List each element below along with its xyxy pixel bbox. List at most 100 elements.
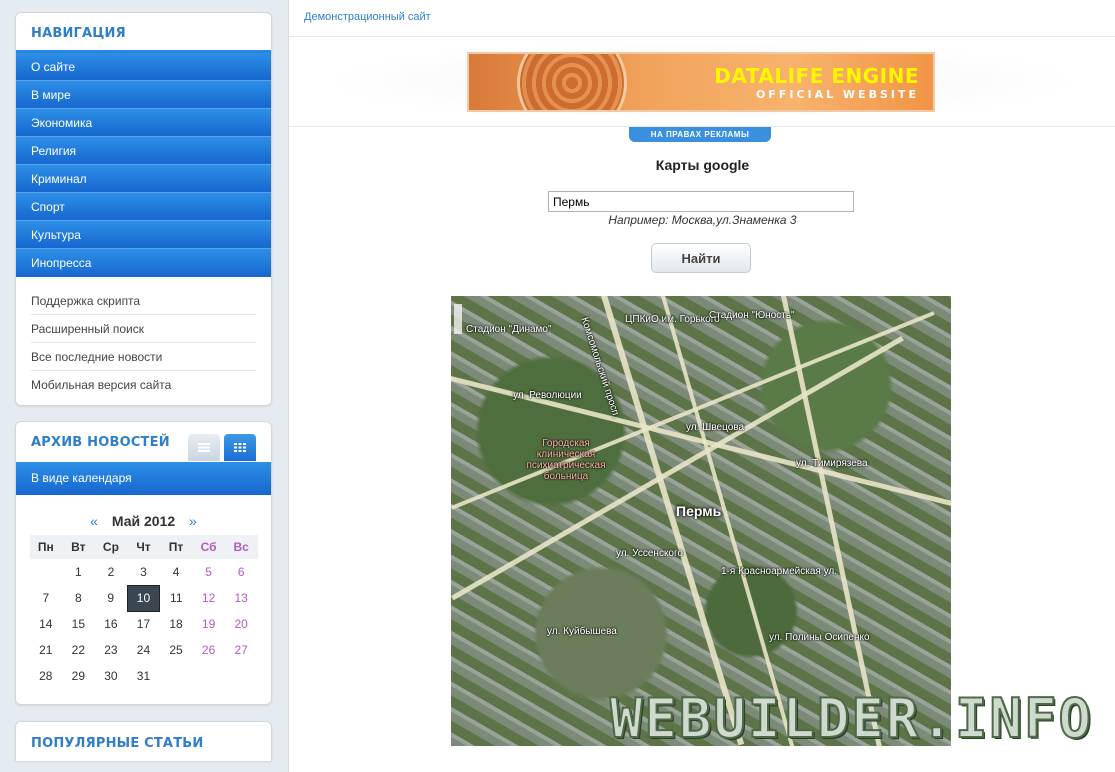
weekday-header: Пн — [29, 535, 63, 559]
weekday-header: Чт — [127, 535, 160, 559]
calendar-day[interactable]: 22 — [62, 637, 95, 663]
globe-icon — [517, 54, 627, 110]
calendar-day[interactable]: 17 — [127, 611, 160, 637]
google-map[interactable]: Стадион "Динамо" ЦПКиО им. Горького Стад… — [451, 296, 951, 746]
main-content: Демонстрационный сайт DATALIFE ENGINE OF… — [288, 0, 1115, 772]
calendar-day[interactable]: 11 — [160, 585, 193, 611]
calendar-prev-month[interactable]: « — [90, 513, 98, 529]
archive-box: Архив новостей В виде календаря « Май 2 — [15, 421, 272, 705]
calendar-empty-cell — [30, 559, 63, 585]
calendar-next-month[interactable]: » — [189, 513, 197, 529]
nav-item-culture[interactable]: Культура — [16, 221, 271, 249]
calendar-day[interactable]: 24 — [127, 637, 160, 663]
ad-banner[interactable]: DATALIFE ENGINE OFFICIAL WEBSITE — [467, 52, 935, 112]
calendar-mode-label: В виде календаря — [16, 462, 271, 495]
map-zoom-control[interactable] — [454, 304, 462, 334]
nav-item-economy[interactable]: Экономика — [16, 109, 271, 137]
calendar-day[interactable]: 25 — [160, 637, 193, 663]
calendar-empty-cell — [160, 663, 193, 689]
calendar-view-tab[interactable] — [224, 434, 256, 461]
nav-link-advanced-search[interactable]: Расширенный поиск — [31, 315, 256, 343]
calendar-day[interactable]: 20 — [225, 611, 258, 637]
grid-icon — [234, 443, 246, 452]
calendar-day[interactable]: 19 — [192, 611, 225, 637]
calendar-day[interactable]: 6 — [225, 559, 258, 585]
calendar-day[interactable]: 15 — [62, 611, 95, 637]
secondary-nav: Поддержка скрипта Расширенный поиск Все … — [16, 277, 271, 405]
calendar-day[interactable]: 14 — [30, 611, 63, 637]
find-button[interactable]: Найти — [651, 243, 751, 273]
map-label: ул. Куйбышева — [547, 626, 617, 637]
nav-link-latest-news[interactable]: Все последние новости — [31, 343, 256, 371]
calendar-day[interactable]: 7 — [30, 585, 63, 611]
calendar-day[interactable]: 26 — [192, 637, 225, 663]
calendar-day[interactable]: 9 — [95, 585, 128, 611]
address-search-input[interactable] — [548, 191, 854, 212]
weekday-header: Сб — [192, 535, 225, 559]
popular-title: Популярные статьи — [31, 736, 204, 751]
weekday-header: Вс — [224, 535, 258, 559]
nav-link-mobile-version[interactable]: Мобильная версия сайта — [31, 371, 256, 399]
calendar-day[interactable]: 3 — [127, 559, 160, 585]
calendar-weekday-row: Пн Вт Ср Чт Пт Сб Вс — [29, 535, 258, 559]
nav-item-world[interactable]: В мире — [16, 81, 271, 109]
calendar-week-row: 7 8 9 10 11 12 13 — [30, 584, 258, 612]
calendar-day[interactable]: 21 — [30, 637, 63, 663]
calendar-day[interactable]: 1 — [62, 559, 95, 585]
map-label: 1-я Красноармейская ул. — [721, 566, 838, 577]
calendar-day[interactable]: 5 — [192, 559, 225, 585]
calendar-body: 1 2 3 4 5 6 7 8 9 10 11 12 13 14 15 16 17 18 19 20 21 22 23 24 2… — [30, 559, 258, 689]
breadcrumb[interactable]: Демонстрационный сайт — [289, 0, 1115, 37]
navigation-box: Навигация О сайте В мире Экономика Религ… — [15, 12, 272, 406]
calendar-day[interactable]: 29 — [62, 663, 95, 689]
calendar-week-row: 28 29 30 31 — [30, 663, 258, 689]
weekday-header: Вт — [62, 535, 95, 559]
map-label: ЦПКиО им. Горького — [625, 314, 720, 325]
map-label: Стадион "Динамо" — [466, 324, 552, 335]
map-label: ул. Швецова — [686, 422, 745, 433]
map-label: ул. Полины Осипенко — [769, 632, 870, 643]
primary-nav: О сайте В мире Экономика Религия Кримина… — [16, 53, 271, 277]
calendar-day[interactable]: 8 — [62, 585, 95, 611]
watermark-logo: WEBUILDER.INFO — [609, 686, 1093, 751]
calendar-day[interactable]: 16 — [95, 611, 128, 637]
archive-tabs — [188, 434, 256, 461]
calendar-day[interactable]: 4 — [160, 559, 193, 585]
map-label: Стадион "Юность" — [709, 310, 795, 321]
calendar-empty-cell — [192, 663, 225, 689]
map-road — [601, 296, 745, 746]
nav-link-support[interactable]: Поддержка скрипта — [31, 287, 256, 315]
list-view-tab[interactable] — [188, 434, 220, 461]
map-city-label: Пермь — [676, 503, 722, 519]
map-road — [661, 296, 795, 746]
page-title: Карты google — [655, 157, 750, 173]
banner-title: DATALIFE ENGINE — [714, 64, 919, 88]
banner-zone: DATALIFE ENGINE OFFICIAL WEBSITE — [289, 37, 1115, 127]
calendar-empty-cell — [225, 663, 258, 689]
nav-item-sport[interactable]: Спорт — [16, 193, 271, 221]
nav-item-about[interactable]: О сайте — [16, 53, 271, 81]
calendar-day[interactable]: 31 — [127, 663, 160, 689]
calendar-day[interactable]: 28 — [30, 663, 63, 689]
calendar-week-row: 123456 — [30, 559, 258, 585]
calendar-day[interactable]: 27 — [225, 637, 258, 663]
calendar-day[interactable]: 23 — [95, 637, 128, 663]
nav-item-religion[interactable]: Религия — [16, 137, 271, 165]
calendar-day[interactable]: 10 — [126, 584, 161, 612]
navigation-title: Навигация — [16, 13, 271, 53]
sidebar: Навигация О сайте В мире Экономика Религ… — [15, 12, 272, 761]
map-label: Городская клиническая психиатрическая бо… — [526, 438, 606, 482]
banner-subtitle: OFFICIAL WEBSITE — [755, 88, 919, 101]
calendar-day[interactable]: 12 — [192, 585, 225, 611]
map-road — [781, 296, 884, 746]
calendar-day[interactable]: 13 — [225, 585, 258, 611]
calendar-day[interactable]: 2 — [95, 559, 128, 585]
map-label: ул. Революции — [513, 390, 582, 401]
map-label: ул. Уссенского — [616, 548, 683, 559]
calendar-day[interactable]: 18 — [160, 611, 193, 637]
calendar-week-row: 14 15 16 17 18 19 20 — [30, 611, 258, 637]
nav-item-crime[interactable]: Криминал — [16, 165, 271, 193]
calendar-header: « Май 2012 » — [16, 513, 271, 529]
calendar-day[interactable]: 30 — [95, 663, 128, 689]
nav-item-inopressa[interactable]: Инопресса — [16, 249, 271, 277]
